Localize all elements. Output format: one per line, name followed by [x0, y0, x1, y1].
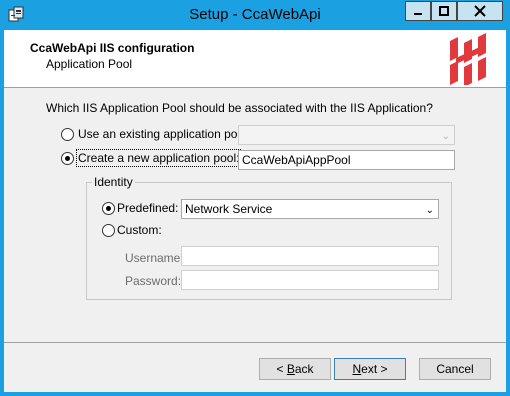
header-banner: CcaWebApi IIS configuration Application …	[4, 30, 506, 88]
next-button[interactable]: Next >	[334, 358, 406, 380]
new-pool-label[interactable]: Create a new application pool:	[75, 149, 242, 167]
back-prefix: <	[276, 362, 287, 376]
close-button[interactable]	[457, 1, 503, 21]
new-pool-radio[interactable]	[61, 152, 74, 165]
predefined-identity-radio[interactable]	[102, 202, 115, 215]
custom-identity-label[interactable]: Custom:	[117, 223, 162, 237]
existing-pool-radio[interactable]	[61, 128, 74, 141]
page-subtitle: Application Pool	[46, 57, 133, 71]
predefined-identity-label[interactable]: Predefined:	[117, 201, 178, 215]
product-logo-icon	[450, 33, 486, 85]
new-pool-name-input[interactable]: CcaWebApiAppPool	[238, 150, 455, 170]
username-input[interactable]	[181, 246, 439, 266]
existing-pool-dropdown[interactable]: ⌄	[238, 125, 455, 145]
cancel-button[interactable]: Cancel	[419, 358, 491, 380]
page-title: CcaWebApi IIS configuration	[30, 41, 195, 55]
custom-identity-radio[interactable]	[102, 224, 115, 237]
next-rest: ext >	[361, 362, 388, 376]
existing-pool-label[interactable]: Use an existing application pool:	[78, 127, 250, 141]
setup-window: Setup - CcaWebApi CcaWebApi IIS configur…	[0, 0, 510, 396]
dialog-client-area: CcaWebApi IIS configuration Application …	[4, 30, 506, 392]
back-mnemonic: B	[286, 362, 295, 376]
footer-divider	[4, 342, 506, 343]
chevron-down-icon: ⌄	[441, 131, 450, 142]
back-button[interactable]: < Back	[259, 358, 331, 380]
identity-group-legend: Identity	[92, 175, 135, 189]
next-mnemonic: N	[352, 362, 362, 376]
password-input[interactable]	[181, 270, 439, 290]
chevron-down-icon: ⌄	[425, 205, 434, 216]
title-bar[interactable]: Setup - CcaWebApi	[0, 0, 510, 30]
password-label: Password:	[125, 274, 182, 288]
maximize-button[interactable]	[431, 1, 457, 21]
username-label: Username:	[125, 251, 184, 265]
pool-question-text: Which IIS Application Pool should be ass…	[46, 101, 433, 115]
back-rest: ack	[294, 362, 314, 376]
maximize-icon	[439, 6, 449, 16]
predefined-identity-dropdown[interactable]: Network Service ⌄	[181, 199, 439, 219]
minimize-button[interactable]	[405, 1, 431, 21]
predefined-identity-value: Network Service	[185, 202, 273, 216]
close-icon	[474, 5, 486, 17]
minimize-icon	[414, 13, 422, 15]
